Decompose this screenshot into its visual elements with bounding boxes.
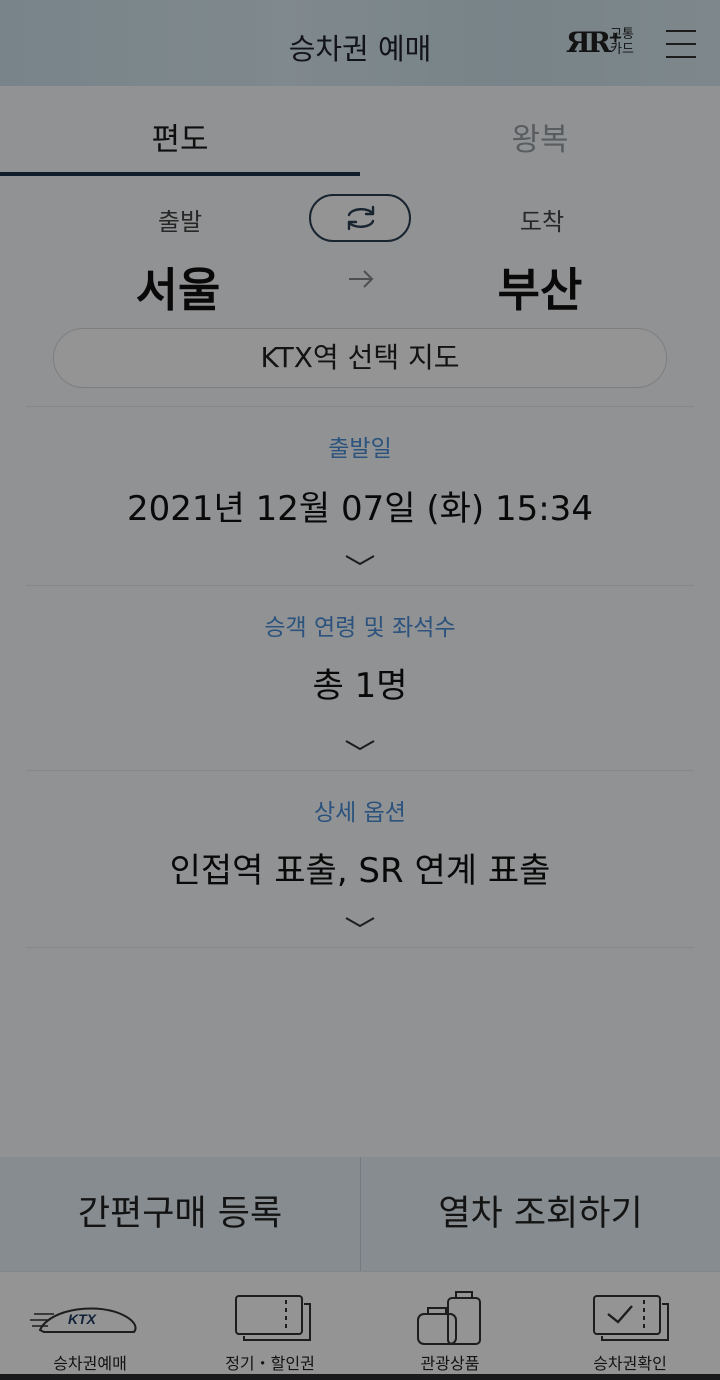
nav-item-discount-pass[interactable]: 정기・할인권 (180, 1272, 360, 1375)
tab-one-way[interactable]: 편도 (0, 86, 360, 176)
ticket-check-icon (593, 1295, 669, 1341)
passenger-label: 승객 연령 및 좌석수 (264, 615, 456, 641)
passenger-section[interactable]: 승객 연령 및 좌석수 총 1명 (26, 585, 694, 771)
nav-item-ticket-booking[interactable]: KTX 승차권예매 (0, 1272, 180, 1375)
menu-icon[interactable] (666, 28, 696, 60)
station-map-button[interactable]: KTX역 선택 지도 (53, 328, 667, 388)
nav-item-ticket-check[interactable]: 승차권확인 (540, 1272, 720, 1375)
trip-type-tabs: 편도 왕복 (0, 86, 720, 176)
nav-label-ticket-booking: 승차권예매 (53, 1354, 127, 1373)
tab-round-trip[interactable]: 왕복 (360, 86, 720, 176)
detail-options-label: 상세 옵션 (314, 800, 406, 826)
app-screen: 승차권 예매 ЯR⁺ 교통 카드 편도 왕복 출발 도착 서울 부산 KTX역 선… (0, 0, 720, 1380)
arrival-label: 도착 (519, 208, 565, 236)
transport-card-label: 교통 카드 (610, 27, 634, 57)
card-logo-line2: 카드 (610, 42, 634, 57)
chevron-down-icon (345, 740, 375, 751)
transport-card-logo[interactable]: ЯR⁺ 교통 카드 (566, 26, 638, 60)
section-divider (26, 947, 694, 948)
chevron-down-icon (345, 555, 375, 566)
ktx-train-icon: KTX (30, 1307, 137, 1333)
nav-label-discount-pass: 정기・할인권 (225, 1354, 315, 1373)
action-bar: 간편구매 등록 열차 조회하기 (0, 1157, 720, 1271)
swap-icon (347, 205, 375, 231)
departure-date-label: 출발일 (328, 436, 392, 462)
departure-label: 출발 (157, 208, 203, 236)
departure-date-section[interactable]: 출발일 2021년 12월 07일 (화) 15:34 (26, 406, 694, 586)
arrival-station[interactable]: 부산 (430, 254, 650, 320)
right-arrow-icon (349, 270, 374, 288)
detail-options-section[interactable]: 상세 옵션 인접역 표출, SR 연계 표출 (26, 770, 694, 948)
tab-active-indicator (0, 172, 360, 176)
nav-item-tour-products[interactable]: 관광상품 (360, 1272, 540, 1375)
passenger-value: 총 1명 (312, 666, 408, 706)
card-logo-line1: 교통 (610, 27, 634, 42)
luggage-icon (417, 1291, 481, 1345)
chevron-down-icon (345, 917, 375, 928)
swap-stations-button[interactable] (309, 194, 411, 242)
pass-ticket-icon (235, 1295, 311, 1341)
detail-options-value: 인접역 표출, SR 연계 표출 (169, 851, 551, 891)
bottom-navigation: KTX 승차권예매 정기・할인권 관광상품 승차권확인 (0, 1271, 720, 1374)
system-nav-strip (0, 1374, 720, 1380)
nav-label-ticket-check: 승차권확인 (593, 1354, 667, 1373)
quick-purchase-button[interactable]: 간편구매 등록 (0, 1157, 360, 1271)
search-trains-button[interactable]: 열차 조회하기 (360, 1157, 720, 1271)
departure-date-value: 2021년 12월 07일 (화) 15:34 (127, 489, 593, 529)
header-bar: 승차권 예매 ЯR⁺ 교통 카드 (0, 0, 720, 86)
nav-label-tour-products: 관광상품 (420, 1354, 480, 1373)
departure-station[interactable]: 서울 (68, 254, 288, 320)
ktx-logo-text: KTX (68, 1311, 98, 1327)
